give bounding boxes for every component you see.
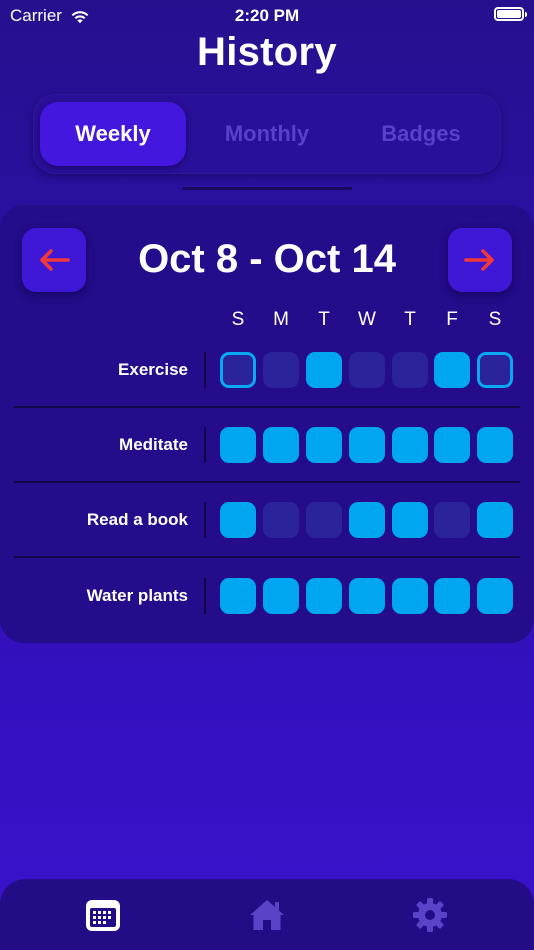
habit-label: Water plants [86,586,188,605]
tab-bar-home[interactable] [212,879,322,950]
tab-weekly[interactable]: Weekly [40,102,186,166]
habit-label: Meditate [119,435,188,454]
habit-row-meditate: Meditate [14,408,520,483]
habit-day-cell-done[interactable] [434,352,470,388]
habit-day-cell-done[interactable] [263,427,299,463]
habit-day-cell-done[interactable] [477,502,513,538]
habit-row-read-a-book: Read a book [14,483,520,558]
day-header-friday: F [446,309,458,330]
header-divider [182,187,352,190]
arrow-right-icon [464,249,494,271]
next-week-button[interactable] [448,228,512,292]
status-bar: Carrier 2:20 PM [0,0,534,30]
habit-day-cell-done[interactable] [220,578,256,614]
habit-day-cell-today[interactable] [220,352,256,388]
tab-monthly[interactable]: Monthly [194,102,340,166]
habit-day-cell-missed[interactable] [434,502,470,538]
habit-day-cell-missed[interactable] [392,352,428,388]
status-time: 2:20 PM [234,6,300,25]
habit-day-cell-done[interactable] [306,352,342,388]
gear-icon [413,897,447,932]
row-separator [204,578,206,614]
battery-level [497,10,521,18]
day-header-sunday: S [231,309,245,330]
habit-day-cell-done[interactable] [477,578,513,614]
previous-week-button[interactable] [22,228,86,292]
day-header-monday: M [273,309,289,330]
arrow-left-icon [40,249,70,271]
habit-day-cell-done[interactable] [392,578,428,614]
habit-row-water-plants: Water plants [14,559,520,633]
page-title: History [197,30,337,74]
bottom-tab-bar [0,879,534,950]
battery-icon [494,7,527,21]
house-icon [250,899,284,930]
habit-day-cell-today[interactable] [477,352,513,388]
view-segmented-control: Weekly Monthly Badges [33,94,501,174]
row-separator [204,502,206,538]
habit-day-cell-done[interactable] [392,427,428,463]
row-separator [204,427,206,463]
habit-day-cell-done[interactable] [477,427,513,463]
day-header-tuesday: T [318,309,330,330]
day-header-saturday: S [488,309,502,330]
day-header-wednesday: W [358,309,376,330]
habit-day-cell-done[interactable] [306,578,342,614]
tab-bar-settings[interactable] [375,879,485,950]
habit-day-cell-done[interactable] [434,578,470,614]
habit-day-cell-missed[interactable] [263,352,299,388]
habit-day-cell-done[interactable] [392,502,428,538]
habit-day-cell-done[interactable] [263,578,299,614]
row-divider [14,556,520,558]
habit-day-cell-missed[interactable] [306,502,342,538]
habit-day-cell-done[interactable] [220,502,256,538]
habit-day-cell-missed[interactable] [349,352,385,388]
weekly-history-card: Oct 8 - Oct 14 S M T W T F S Exercise Me… [0,205,534,643]
tab-badges[interactable]: Badges [348,102,494,166]
habit-day-cell-done[interactable] [349,578,385,614]
habit-day-cell-done[interactable] [349,427,385,463]
day-header-thursday: T [404,309,416,330]
week-range-title: Oct 8 - Oct 14 [138,237,396,281]
habit-label: Exercise [118,360,188,379]
row-separator [204,352,206,388]
habit-day-cell-missed[interactable] [263,502,299,538]
tab-bar-history[interactable] [48,879,158,950]
calendar-icon [86,899,120,931]
habit-day-cell-done[interactable] [220,427,256,463]
habit-row-exercise: Exercise [14,333,520,408]
habit-day-cell-done[interactable] [306,427,342,463]
habit-day-cell-done[interactable] [434,427,470,463]
habit-label: Read a book [86,510,188,529]
habit-day-cell-done[interactable] [349,502,385,538]
